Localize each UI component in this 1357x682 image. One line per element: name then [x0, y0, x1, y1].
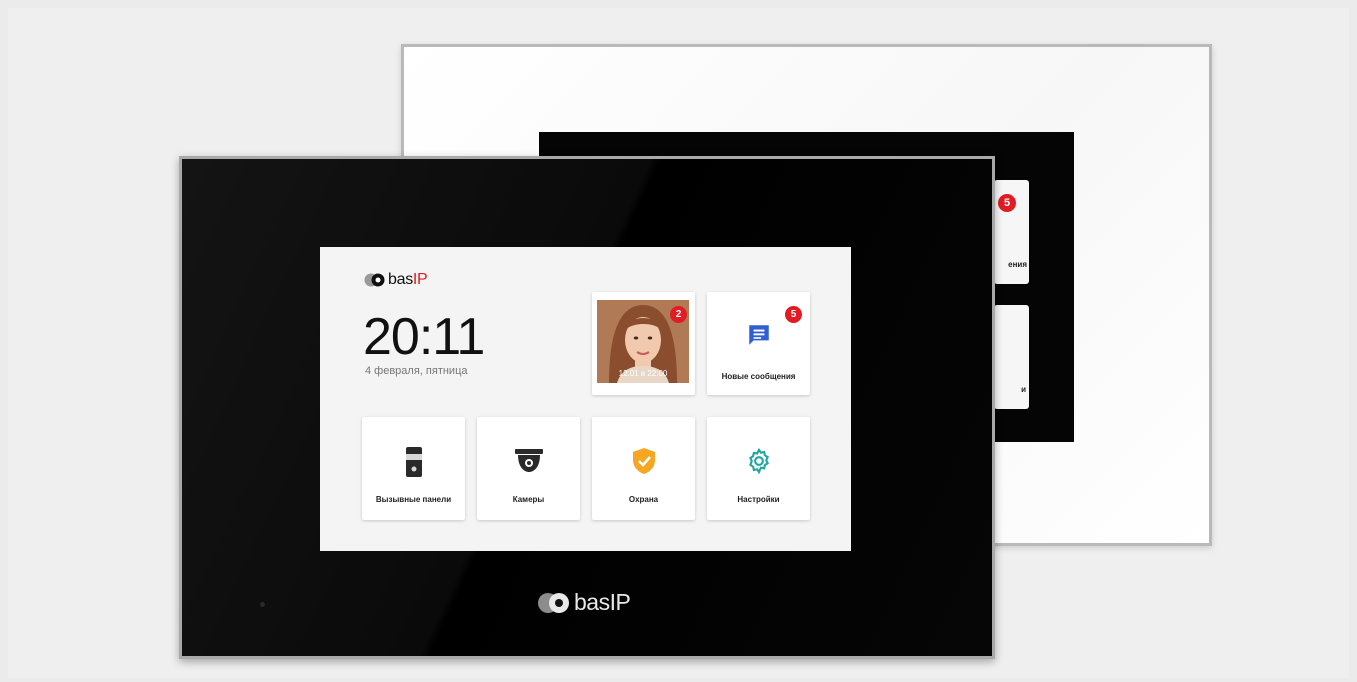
missed-call-tile[interactable]: 12.01 в 22:00 2	[592, 292, 695, 395]
missed-call-badge: 2	[670, 306, 687, 323]
brand-name: basIP	[388, 271, 428, 288]
device-logo-icon	[538, 592, 569, 613]
gear-icon	[745, 447, 773, 480]
brand-logo-icon	[364, 273, 385, 287]
intercom-panel-icon	[405, 447, 423, 482]
call-panels-label: Вызывные панели	[375, 495, 452, 504]
settings-tile[interactable]: Настройки	[707, 417, 810, 520]
home-screen: basIP 20:11 4 февраля, пятница 12.01 в 2…	[320, 247, 851, 551]
security-label: Охрана	[628, 495, 659, 504]
microphone-dot	[260, 602, 265, 607]
messages-tile[interactable]: 5 Новые сообщения	[707, 292, 810, 395]
messages-badge: 5	[785, 306, 802, 323]
cameras-tile[interactable]: Камеры	[477, 417, 580, 520]
call-panels-tile[interactable]: Вызывные панели	[362, 417, 465, 520]
message-icon	[746, 322, 772, 353]
clock-date: 4 февраля, пятница	[365, 365, 468, 377]
back-settings-label: и	[1021, 385, 1026, 394]
shield-icon	[632, 447, 656, 480]
back-messages-tile: 5 ения	[994, 180, 1029, 284]
device-brand-name: basIP	[574, 589, 631, 615]
cameras-label: Камеры	[512, 495, 545, 504]
brand-logo: basIP	[364, 271, 428, 289]
front-monitor-black: basIP 20:11 4 февраля, пятница 12.01 в 2…	[179, 156, 995, 659]
back-messages-label: ения	[1008, 260, 1027, 269]
missed-call-timestamp: 12.01 в 22:00	[618, 369, 668, 378]
clock-time: 20:11	[363, 308, 485, 366]
device-bottom-logo: basIP	[537, 589, 631, 616]
security-tile[interactable]: Охрана	[592, 417, 695, 520]
messages-label: Новые сообщения	[721, 372, 796, 381]
back-settings-tile: и	[994, 305, 1029, 409]
settings-label: Настройки	[737, 495, 780, 504]
camera-icon	[514, 449, 544, 478]
back-messages-badge: 5	[998, 194, 1016, 212]
